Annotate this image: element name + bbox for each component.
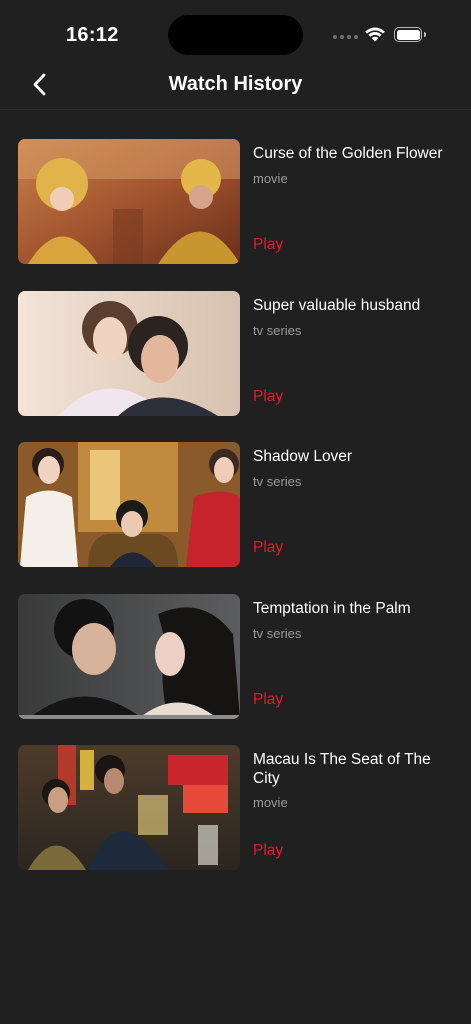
item-type: movie	[253, 795, 288, 810]
poster-thumbnail[interactable]	[18, 139, 240, 264]
page-title: Watch History	[168, 73, 303, 95]
list-item[interactable]: Curse of the Golden Flower movie Play	[0, 139, 471, 265]
item-title: Super valuable husband	[253, 296, 421, 314]
item-title: Curse of the Golden Flower	[253, 145, 443, 162]
play-button[interactable]: Play	[253, 842, 283, 860]
navigation-bar: Watch History	[0, 64, 471, 110]
item-type: tv series	[253, 625, 302, 641]
poster-thumbnail[interactable]	[18, 593, 240, 719]
dynamic-island	[168, 15, 303, 55]
play-button[interactable]: Play	[253, 236, 283, 254]
list-item[interactable]: Temptation in the Palm tv series Play	[0, 593, 471, 720]
list-item[interactable]: Shadow Lover tv series Play	[0, 442, 471, 568]
play-button[interactable]: Play	[253, 691, 283, 709]
battery-icon	[394, 27, 426, 42]
play-button[interactable]: Play	[253, 539, 283, 557]
watch-history-list: Curse of the Golden Flower movie Play Su…	[0, 139, 471, 897]
cellular-signal-icon	[333, 35, 358, 39]
list-item[interactable]: Macau Is The Seat of The City movie Play	[0, 745, 471, 871]
item-type: tv series	[253, 322, 302, 338]
wifi-icon	[365, 27, 385, 42]
item-title: Macau Is The Seat of The City	[253, 751, 431, 787]
item-type: tv series	[253, 474, 302, 489]
poster-thumbnail[interactable]	[18, 745, 240, 870]
poster-thumbnail[interactable]	[18, 290, 240, 416]
item-title: Temptation in the Palm	[253, 599, 411, 617]
item-type: movie	[253, 171, 288, 186]
item-title: Shadow Lover	[253, 448, 353, 465]
poster-thumbnail[interactable]	[18, 442, 240, 567]
status-time: 16:12	[66, 24, 119, 46]
play-button[interactable]: Play	[253, 388, 283, 406]
list-item[interactable]: Super valuable husband tv series Play	[0, 290, 471, 417]
status-bar: 16:12	[0, 0, 471, 64]
